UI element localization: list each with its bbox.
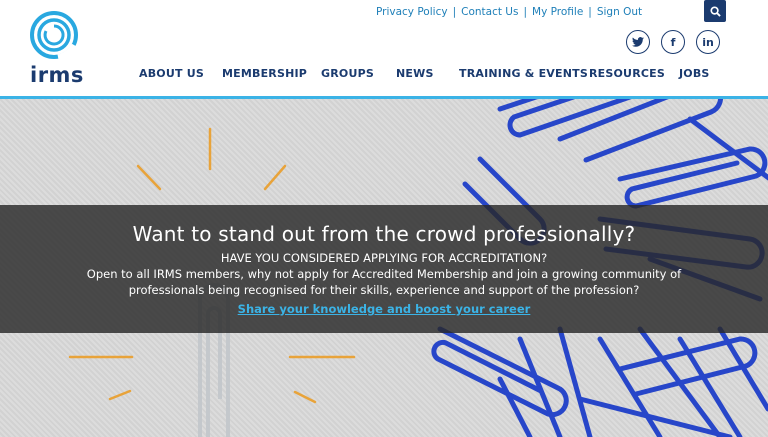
nav-training-events[interactable]: TRAINING & EVENTS [459, 67, 588, 80]
hero-body-line-1: Open to all IRMS members, why not apply … [86, 267, 682, 281]
nav-about-us[interactable]: ABOUT US [139, 67, 204, 80]
privacy-policy-link[interactable]: Privacy Policy [376, 6, 448, 18]
utility-nav: Privacy Policy | Contact Us | My Profile… [376, 6, 642, 18]
linkedin-icon: in [702, 35, 714, 49]
nav-resources[interactable]: RESOURCES [589, 67, 665, 80]
hero-body-line-2: professionals being recognised for their… [128, 283, 640, 297]
separator: | [588, 6, 592, 18]
separator: | [523, 6, 528, 18]
site-header: irms Privacy Policy | Contact Us | My Pr… [0, 0, 768, 99]
search-button[interactable] [704, 0, 726, 22]
facebook-button[interactable]: f [661, 30, 685, 54]
sign-out-link[interactable]: Sign Out [597, 6, 642, 18]
hero-section: Want to stand out from the crowd profess… [0, 99, 768, 437]
hero-headline: Want to stand out from the crowd profess… [132, 222, 636, 246]
nav-jobs[interactable]: JOBS [679, 67, 710, 80]
separator: | [452, 6, 457, 18]
facebook-icon: f [670, 35, 676, 49]
search-icon [709, 5, 721, 17]
hero-banner: Want to stand out from the crowd profess… [0, 205, 768, 333]
logo-mark-icon [30, 11, 78, 60]
main-nav: ABOUT US MEMBERSHIP GROUPS NEWS TRAINING… [0, 67, 768, 81]
contact-us-link[interactable]: Contact Us [461, 6, 518, 18]
nav-membership[interactable]: MEMBERSHIP [222, 67, 307, 80]
twitter-icon [632, 37, 644, 47]
nav-groups[interactable]: GROUPS [321, 67, 374, 80]
linkedin-button[interactable]: in [696, 30, 720, 54]
nav-news[interactable]: NEWS [396, 67, 434, 80]
twitter-button[interactable] [626, 30, 650, 54]
hero-cta-link[interactable]: Share your knowledge and boost your care… [238, 302, 531, 316]
hero-subheading: HAVE YOU CONSIDERED APPLYING FOR ACCREDI… [220, 251, 548, 265]
my-profile-link[interactable]: My Profile [532, 6, 583, 18]
